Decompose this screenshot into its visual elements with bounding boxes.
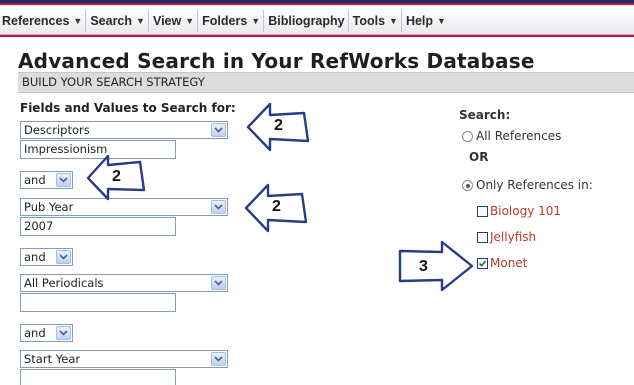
chevron-down-icon xyxy=(211,123,226,137)
folder-label-biology-101: Biology 101 xyxy=(490,204,562,218)
operator-select-1-value: and xyxy=(24,173,46,187)
operator-select-3-value: and xyxy=(24,326,46,340)
chevron-down-icon xyxy=(56,173,71,187)
field-value-4[interactable] xyxy=(20,369,176,385)
or-label: OR xyxy=(469,150,489,164)
check-icon xyxy=(478,260,487,267)
chevron-down-icon: ▼ xyxy=(251,16,261,26)
menu-bar: References ▼ Search ▼ View ▼ Folders ▼ B… xyxy=(0,8,634,35)
chevron-down-icon: ▼ xyxy=(136,16,145,26)
menu-tools-label: Tools xyxy=(352,14,386,28)
menu-bottom-rule xyxy=(0,35,634,37)
chevron-down-icon: ▼ xyxy=(73,16,83,26)
chevron-down-icon xyxy=(211,276,226,290)
section-header: BUILD YOUR SEARCH STRATEGY xyxy=(18,72,634,93)
field-select-3[interactable]: All Periodicals xyxy=(20,274,228,292)
folder-label-monet: Monet xyxy=(490,256,528,270)
field-value-3[interactable] xyxy=(20,293,176,312)
fields-label: Fields and Values to Search for: xyxy=(20,101,236,115)
operator-select-2[interactable]: and xyxy=(20,248,73,266)
menu-view[interactable]: View ▼ xyxy=(149,10,199,32)
field-select-3-value: All Periodicals xyxy=(24,276,104,290)
chevron-down-icon: ▼ xyxy=(437,16,446,26)
chevron-down-icon xyxy=(56,250,71,264)
folder-checkbox-biology-101[interactable] xyxy=(477,206,488,217)
field-value-2[interactable]: 2007 xyxy=(20,217,176,236)
menu-bibliography-label: Bibliography xyxy=(268,14,345,28)
top-red-rule xyxy=(0,3,634,5)
folder-checkbox-jellyfish[interactable] xyxy=(477,232,488,243)
page-title: Advanced Search in Your RefWorks Databas… xyxy=(18,49,535,73)
callout-number-c: 2 xyxy=(272,198,281,215)
menu-search-label: Search xyxy=(90,14,133,28)
field-select-2-value: Pub Year xyxy=(24,200,74,214)
chevron-down-icon: ▼ xyxy=(389,16,398,26)
section-header-label: BUILD YOUR SEARCH STRATEGY xyxy=(22,75,205,89)
radio-only-references-label: Only References in: xyxy=(476,178,593,192)
operator-select-1[interactable]: and xyxy=(20,171,73,189)
chevron-down-icon xyxy=(56,326,71,340)
operator-select-2-value: and xyxy=(24,250,46,264)
field-value-2-text: 2007 xyxy=(24,219,54,233)
field-select-4[interactable]: Start Year xyxy=(20,350,228,368)
menu-bibliography[interactable]: Bibliography xyxy=(264,10,349,32)
callout-number-a: 2 xyxy=(274,117,283,134)
field-select-1[interactable]: Descriptors xyxy=(20,121,228,139)
callout-number-d: 3 xyxy=(419,258,428,275)
menu-references[interactable]: References ▼ xyxy=(0,10,87,32)
menu-search[interactable]: Search ▼ xyxy=(86,10,149,32)
folder-label-jellyfish: Jellyfish xyxy=(490,230,537,244)
menu-folders-label: Folders xyxy=(202,14,248,28)
chevron-down-icon xyxy=(211,200,226,214)
menu-help[interactable]: Help ▼ xyxy=(402,10,449,32)
operator-select-3[interactable]: and xyxy=(20,324,73,342)
field-select-1-value: Descriptors xyxy=(24,123,90,137)
chevron-down-icon xyxy=(211,352,226,366)
callout-number-b: 2 xyxy=(112,168,121,185)
folder-checkbox-monet[interactable] xyxy=(477,258,488,269)
chevron-down-icon: ▼ xyxy=(185,16,195,26)
menu-help-label: Help xyxy=(405,14,434,28)
menu-view-label: View xyxy=(152,14,182,28)
search-scope-label: Search: xyxy=(459,108,511,122)
radio-all-references[interactable] xyxy=(462,131,473,142)
menu-folders[interactable]: Folders ▼ xyxy=(198,10,265,32)
radio-only-references[interactable] xyxy=(462,180,473,191)
radio-all-references-label: All References xyxy=(476,129,562,143)
menu-tools[interactable]: Tools ▼ xyxy=(349,10,402,32)
field-select-4-value: Start Year xyxy=(24,352,81,366)
menu-references-label: References xyxy=(2,14,70,28)
callout-arrow-right-icon xyxy=(398,240,474,292)
